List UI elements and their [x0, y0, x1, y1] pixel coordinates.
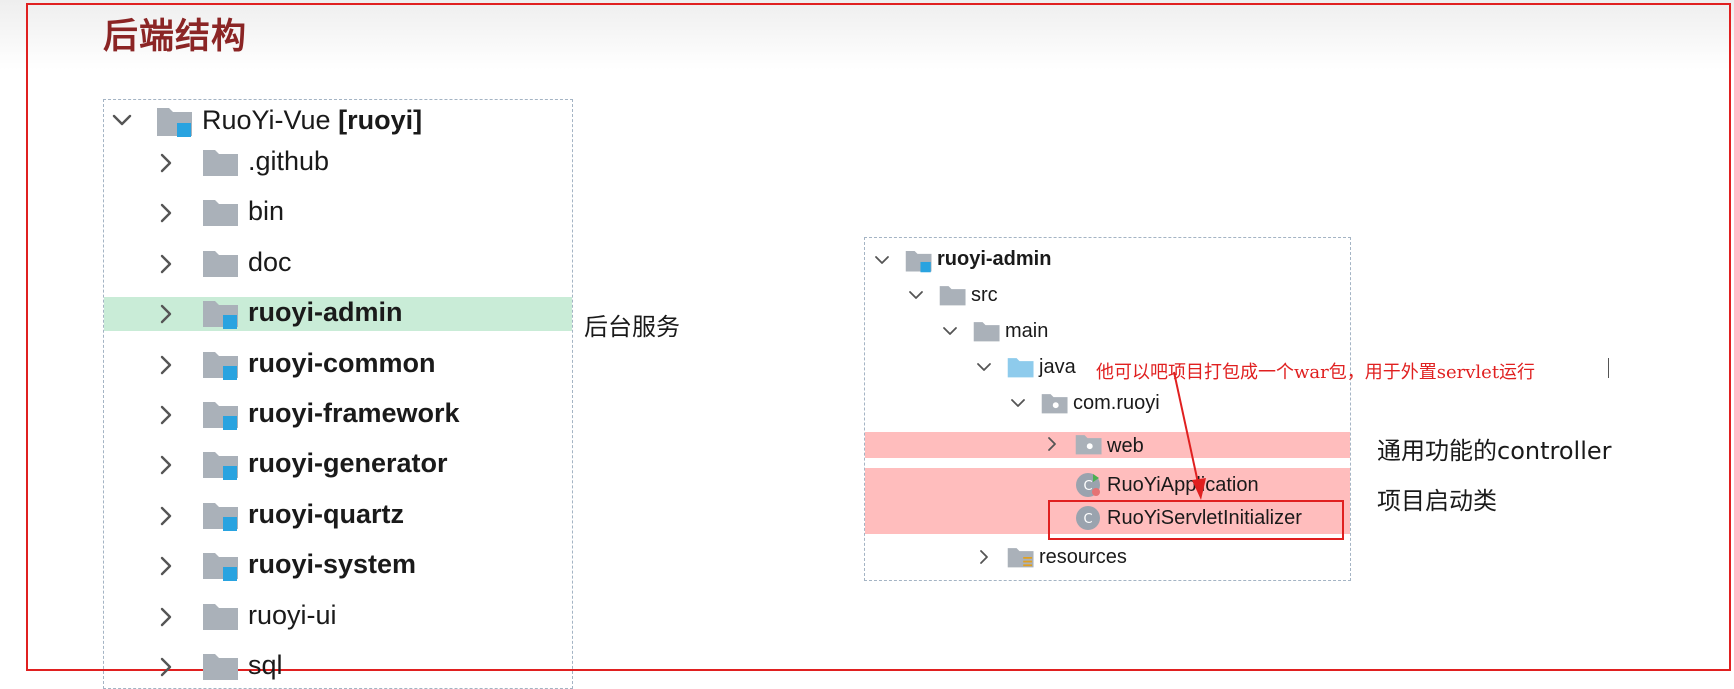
startup-class-note: 项目启动类: [1377, 487, 1497, 515]
annotation-arrow: [1173, 371, 1206, 500]
controller-note: 通用功能的controller: [1377, 437, 1612, 465]
